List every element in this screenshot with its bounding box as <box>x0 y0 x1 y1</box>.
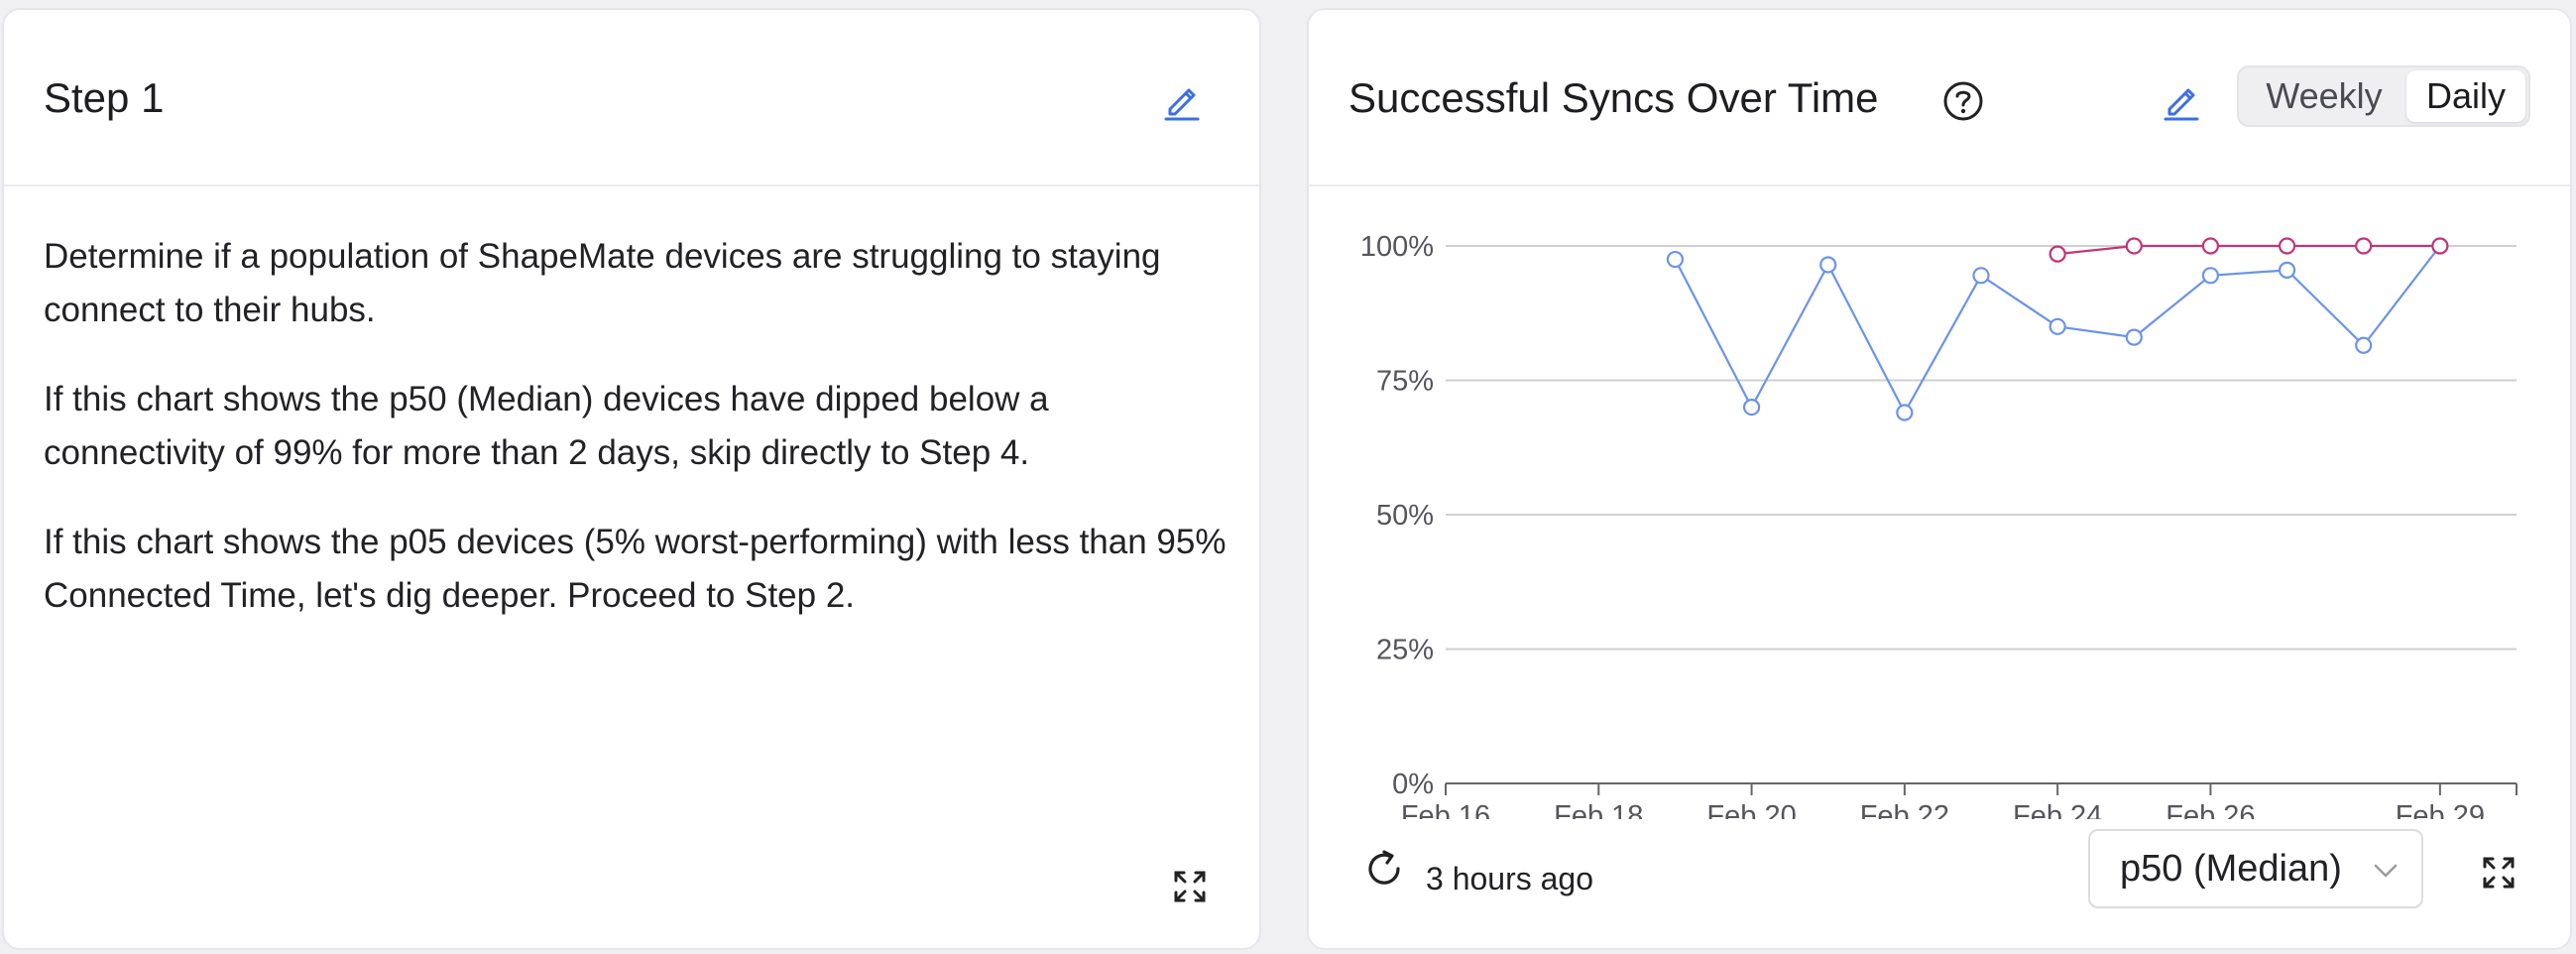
chevron-down-icon <box>2374 864 2398 878</box>
last-updated-text: 3 hours ago <box>1426 861 1594 896</box>
y-tick-label: 25% <box>1376 635 1434 666</box>
step-card-header: Step 1 <box>4 10 1259 186</box>
percentile-select[interactable]: p50 (Median) <box>2088 829 2423 908</box>
instruction-paragraph: If this chart shows the p05 devices (5% … <box>44 523 1227 615</box>
toggle-daily[interactable]: Daily <box>2406 70 2525 122</box>
x-tick-label: Feb 22 <box>1860 800 1949 819</box>
percentile-select-value: p50 (Median) <box>2120 847 2342 890</box>
expand-chart-button[interactable] <box>2471 845 2526 900</box>
data-point <box>1896 404 1914 421</box>
data-point <box>2201 267 2220 285</box>
step-instructions: Determine if a population of ShapeMate d… <box>44 230 1233 658</box>
data-point <box>2355 237 2373 255</box>
y-tick-label: 75% <box>1376 366 1434 398</box>
x-tick-label: Feb 29 <box>2396 800 2485 819</box>
data-point <box>1819 256 1837 274</box>
data-point <box>2431 237 2449 255</box>
expand-icon <box>2483 857 2515 889</box>
y-tick-label: 100% <box>1360 231 1434 263</box>
y-tick-label: 0% <box>1392 769 1434 800</box>
x-tick-label: Feb 20 <box>1706 800 1796 819</box>
interval-toggle: Weekly Daily <box>2237 65 2530 127</box>
instruction-paragraph: Determine if a population of ShapeMate d… <box>44 237 1161 329</box>
help-button[interactable] <box>1941 79 1985 123</box>
pencil-edit-icon <box>1164 88 1200 121</box>
expand-icon <box>1174 871 1206 902</box>
y-tick-label: 50% <box>1376 500 1434 532</box>
x-tick-label: Feb 16 <box>1401 800 1490 819</box>
step-title: Step 1 <box>44 74 165 121</box>
syncs-line-chart: 0% 25% 50% 75% 100% Feb 16 Feb 18 Feb 20 Feb 22 F… <box>1360 231 2517 819</box>
expand-step-button[interactable] <box>1162 859 1218 914</box>
chart-card: Successful Syncs Over Time Weekly Daily … <box>1307 8 2572 950</box>
data-point <box>2125 237 2143 255</box>
x-tick-label: Feb 26 <box>2166 800 2255 819</box>
refresh-icon <box>1368 850 1400 885</box>
chart-card-header: Successful Syncs Over Time Weekly Daily <box>1309 10 2570 186</box>
data-point <box>2201 237 2220 255</box>
edit-step-button[interactable] <box>1154 73 1210 129</box>
edit-chart-button[interactable] <box>2154 73 2209 129</box>
step-card: Step 1 Determine if a population of Shap… <box>2 8 1261 950</box>
x-tick-label: Feb 18 <box>1554 800 1643 819</box>
x-tick-label: Feb 24 <box>2013 800 2102 819</box>
data-point <box>2278 261 2296 279</box>
data-point <box>1742 399 1761 417</box>
instruction-paragraph: If this chart shows the p50 (Median) dev… <box>44 380 1049 472</box>
data-point <box>2049 245 2066 263</box>
data-point <box>2125 328 2143 346</box>
chart-title: Successful Syncs Over Time <box>1348 74 1879 121</box>
data-point <box>1666 250 1685 269</box>
data-point <box>1972 267 1990 285</box>
toggle-weekly[interactable]: Weekly <box>2242 70 2406 122</box>
question-circle-icon <box>1943 81 1983 121</box>
pencil-edit-icon <box>2164 88 2199 121</box>
refresh-button[interactable] <box>1360 845 1408 897</box>
data-point <box>2278 237 2296 255</box>
series-line-2 <box>2057 244 2440 256</box>
data-point <box>2049 317 2066 335</box>
data-point <box>2355 336 2373 354</box>
